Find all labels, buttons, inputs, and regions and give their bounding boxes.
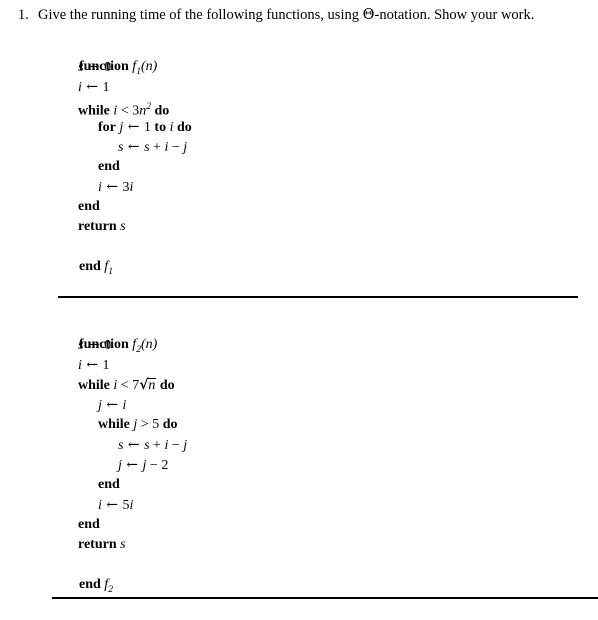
- code-lines-f2: s ← 0i ← 1 while i < 7√n do j ← i while j >…: [58, 335, 187, 555]
- variable: j: [183, 438, 188, 453]
- operator: <: [117, 378, 133, 393]
- divider-bottom: [52, 597, 598, 599]
- operator: −: [168, 140, 184, 155]
- keyword: return: [78, 219, 117, 234]
- number: 0: [104, 338, 112, 353]
- number: 2: [161, 458, 169, 473]
- divider-between-functions: [58, 296, 578, 298]
- variable: s: [120, 219, 126, 234]
- operator: +: [149, 140, 165, 155]
- variable: j: [183, 140, 188, 155]
- function-header-f1: function f1(n): [58, 37, 598, 77]
- assign-arrow: ←: [83, 337, 105, 353]
- keyword: to: [154, 120, 167, 135]
- code-line: return s: [58, 535, 187, 555]
- keyword: end: [78, 517, 100, 532]
- keyword: do: [159, 378, 175, 393]
- assign-arrow: ←: [123, 139, 145, 155]
- keyword: for: [98, 120, 116, 135]
- question-text-before: Give the running time of the following f…: [38, 7, 363, 23]
- code-line: j ← i: [58, 395, 187, 415]
- code-line: end: [58, 197, 598, 217]
- pseudocode-block-f2: function f2(n) s ← 0i ← 1 while i < 7√n d…: [0, 315, 187, 595]
- assign-arrow: ←: [81, 79, 103, 95]
- assign-arrow: ←: [123, 437, 145, 453]
- code-line: while i < 3n2 do: [58, 97, 598, 119]
- number: 1: [143, 120, 151, 135]
- code-line: i ← 5i: [58, 495, 187, 515]
- number: 3: [122, 180, 130, 195]
- assign-arrow: ←: [83, 59, 105, 75]
- question-text: Give the running time of the following f…: [38, 6, 582, 25]
- variable: i: [129, 180, 134, 195]
- assign-arrow: ←: [101, 179, 123, 195]
- keyword: end: [98, 477, 120, 492]
- code-line: i ← 1: [58, 355, 187, 375]
- code-line: return s: [58, 217, 598, 237]
- function-subscript: 2: [108, 584, 113, 595]
- code-line: i ← 3i: [58, 177, 598, 197]
- keyword: do: [162, 417, 178, 432]
- assign-arrow: ←: [101, 397, 123, 413]
- keyword: do: [176, 120, 192, 135]
- keyword: while: [78, 378, 110, 393]
- code-line: end: [58, 515, 187, 535]
- code-line: s ← s + i − j: [58, 137, 598, 157]
- code-line: s ← s + i − j: [58, 435, 187, 455]
- code-line: for j ← 1 to i do: [58, 117, 598, 137]
- operator: −: [146, 458, 162, 473]
- function-params: (n): [140, 337, 158, 352]
- function-footer-f2: end f2: [58, 555, 187, 595]
- code-lines-f1: s ← 0i ← 1 while i < 3n2 do for j ← 1 to i…: [58, 57, 598, 237]
- code-body-f1: function f1(n) s ← 0i ← 1 while i < 3n2 d…: [58, 37, 598, 277]
- variable: s: [120, 537, 126, 552]
- number: 1: [102, 80, 110, 95]
- keyword: end: [98, 159, 120, 174]
- keyword-end: end: [79, 259, 101, 274]
- assign-arrow: ←: [123, 119, 144, 135]
- pseudocode-block-f1: function f1(n) s ← 0i ← 1 while i < 3n2 d…: [0, 37, 598, 277]
- radical-glyph: √: [139, 377, 149, 393]
- function-params: (n): [140, 59, 158, 74]
- question-text-after: -notation. Show your work.: [374, 7, 535, 23]
- assign-arrow: ←: [121, 457, 143, 473]
- sqrt-symbol: √n: [139, 375, 157, 396]
- operator: −: [168, 438, 184, 453]
- number: 5: [122, 498, 130, 513]
- keyword: end: [78, 199, 100, 214]
- function-subscript: 1: [108, 266, 113, 277]
- code-body-f2: function f2(n) s ← 0i ← 1 while i < 7√n d…: [58, 315, 187, 595]
- variable: i: [129, 498, 134, 513]
- keyword-end: end: [79, 577, 101, 592]
- question-item: 1. Give the running time of the followin…: [0, 0, 598, 25]
- code-line: end: [58, 157, 598, 177]
- code-line: while j > 5 do: [58, 415, 187, 435]
- assign-arrow: ←: [81, 357, 103, 373]
- operator: >: [137, 417, 153, 432]
- assign-arrow: ←: [101, 497, 123, 513]
- code-line: i ← 1: [58, 77, 598, 97]
- number: 7: [132, 378, 140, 393]
- code-line: end: [58, 475, 187, 495]
- number: 0: [104, 60, 112, 75]
- code-line: while i < 7√n do: [58, 375, 187, 395]
- keyword: while: [98, 417, 130, 432]
- theta-symbol: Θ: [362, 7, 375, 23]
- function-header-f2: function f2(n): [58, 315, 187, 355]
- function-footer-f1: end f1: [58, 237, 598, 277]
- keyword: return: [78, 537, 117, 552]
- number: 1: [102, 358, 110, 373]
- code-line: j ← j − 2: [58, 455, 187, 475]
- question-number: 1.: [18, 7, 29, 23]
- variable: i: [122, 398, 127, 413]
- operator: +: [149, 438, 165, 453]
